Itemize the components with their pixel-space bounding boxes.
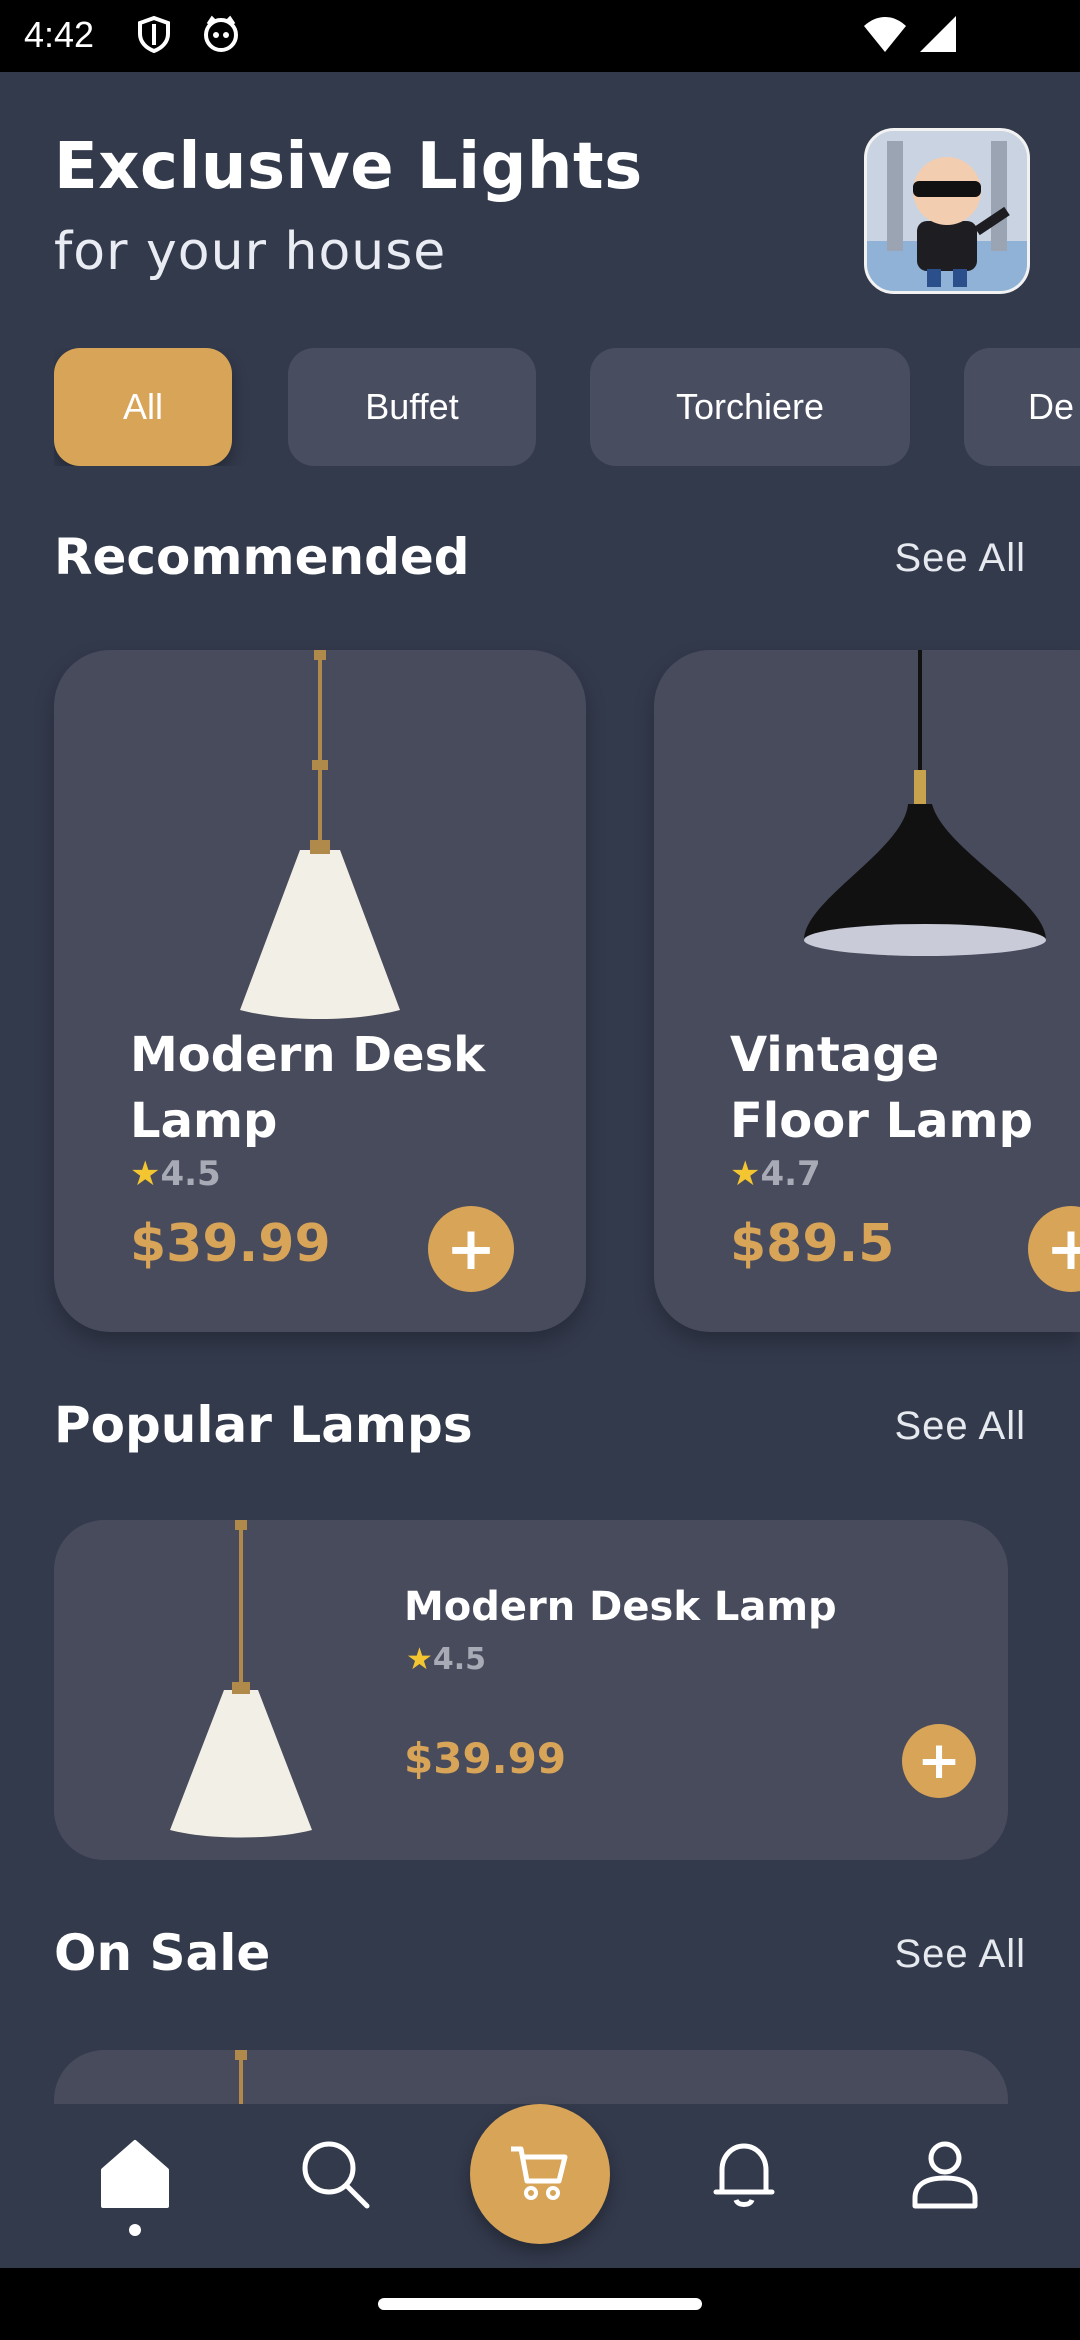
product-name: Modern Desk Lamp xyxy=(404,1584,837,1630)
plus-icon: + xyxy=(1045,1214,1080,1284)
avatar-image xyxy=(867,131,1027,291)
section-title-recommended: Recommended xyxy=(54,528,470,586)
product-name: Vintage Floor Lamp xyxy=(730,1027,1033,1149)
product-price: $39.99 xyxy=(130,1214,331,1274)
see-all-on-sale[interactable]: See All xyxy=(894,1932,1026,1977)
chip-all[interactable]: All xyxy=(54,348,232,466)
cart-icon xyxy=(511,2146,568,2200)
rating-value: 4.5 xyxy=(432,1642,487,1677)
home-icon[interactable] xyxy=(85,2124,185,2224)
product-rating: ★ 4.5 xyxy=(130,1154,221,1194)
product-card[interactable]: Modern Desk Lamp ★ 4.5 $39.99 + xyxy=(54,650,586,1332)
profile-icon[interactable] xyxy=(895,2124,995,2224)
section-title-popular: Popular Lamps xyxy=(54,1396,473,1454)
product-rating: ★ 4.5 xyxy=(406,1642,486,1677)
status-bar: 4:42 xyxy=(0,0,1080,72)
product-price: $39.99 xyxy=(404,1734,567,1783)
rating-value: 4.7 xyxy=(760,1154,821,1194)
add-to-cart-button[interactable]: + xyxy=(902,1724,976,1798)
avatar[interactable] xyxy=(864,128,1030,294)
active-indicator xyxy=(129,2224,141,2236)
chip-torchiere[interactable]: Torchiere xyxy=(590,348,910,466)
see-all-recommended[interactable]: See All xyxy=(894,536,1026,581)
cat-face-icon xyxy=(200,14,242,58)
product-card[interactable]: Vintage Floor Lamp ★ 4.7 $89.5 + xyxy=(654,650,1080,1332)
product-name: Modern Desk Lamp xyxy=(130,1027,486,1149)
lamp-image xyxy=(240,650,400,1019)
plus-icon: + xyxy=(917,1731,961,1791)
signal-icon xyxy=(918,14,958,58)
category-chips: All Buffet Torchiere De xyxy=(54,348,1080,466)
lamp-image xyxy=(804,650,1046,956)
wifi-icon xyxy=(862,14,908,58)
star-icon: ★ xyxy=(406,1642,433,1677)
page-subtitle: for your house xyxy=(54,222,447,282)
add-to-cart-button[interactable]: + xyxy=(428,1206,514,1292)
star-icon: ★ xyxy=(130,1154,161,1194)
product-card[interactable]: Modern Desk Lamp ★ 4.5 $39.99 + xyxy=(54,1520,1008,1860)
bell-icon[interactable] xyxy=(694,2124,794,2224)
see-all-popular[interactable]: See All xyxy=(894,1404,1026,1449)
add-to-cart-button[interactable]: + xyxy=(1028,1206,1080,1292)
chip-desk[interactable]: De xyxy=(964,348,1080,466)
bottom-navigation xyxy=(0,2104,1080,2268)
product-rating: ★ 4.7 xyxy=(730,1154,821,1194)
chip-buffet[interactable]: Buffet xyxy=(288,348,536,466)
home-gesture-handle[interactable] xyxy=(378,2298,702,2310)
plus-icon: + xyxy=(445,1214,497,1284)
search-icon[interactable] xyxy=(285,2124,385,2224)
page-title: Exclusive Lights xyxy=(54,130,643,204)
product-price: $89.5 xyxy=(730,1214,895,1274)
shield-icon xyxy=(134,14,174,58)
status-time: 4:42 xyxy=(24,14,95,55)
lamp-image xyxy=(170,1520,312,1838)
rating-value: 4.5 xyxy=(160,1154,221,1194)
star-icon: ★ xyxy=(730,1154,761,1194)
cart-button[interactable] xyxy=(470,2104,610,2244)
section-title-on-sale: On Sale xyxy=(54,1924,271,1982)
